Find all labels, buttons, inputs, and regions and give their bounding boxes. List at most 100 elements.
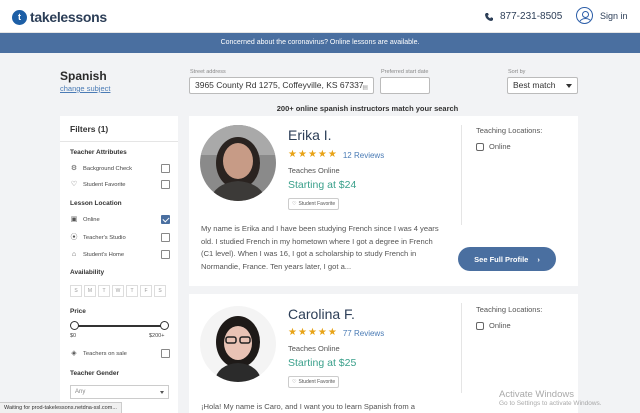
students-home-checkbox[interactable]: [161, 250, 170, 259]
teacher-photo-icon: [200, 125, 276, 201]
day-sunday[interactable]: S: [70, 285, 82, 297]
online-icon: [476, 142, 484, 151]
filter-students-home[interactable]: ⌂ Student's Home: [70, 249, 170, 260]
filter-teachers-on-sale[interactable]: ◈ Teachers on sale: [70, 348, 170, 359]
online-checkbox[interactable]: [161, 215, 170, 224]
takelessons-logo[interactable]: t takelessons: [12, 9, 107, 25]
start-date-input[interactable]: [380, 77, 430, 94]
teachers-on-sale-label: Teachers on sale: [83, 350, 127, 357]
day-friday[interactable]: F: [140, 285, 152, 297]
signin-link[interactable]: Sign in: [576, 7, 628, 24]
signin-label: Sign in: [600, 10, 628, 21]
subject-title: Spanish: [60, 69, 107, 83]
teachers-studio-label: Teacher's Studio: [83, 234, 126, 241]
phone-link[interactable]: 877-231-8505: [484, 11, 562, 22]
teacher-name[interactable]: Erika I.: [288, 127, 332, 143]
review-count[interactable]: 77 Reviews: [343, 329, 384, 338]
day-thursday[interactable]: T: [126, 285, 138, 297]
day-monday[interactable]: M: [84, 285, 96, 297]
teacher-name[interactable]: Carolina F.: [288, 306, 355, 322]
match-count: 200+ online spanish instructors match yo…: [276, 104, 459, 113]
online-icon: [476, 321, 484, 330]
filter-student-favorite[interactable]: ♡ Student Favorite: [70, 179, 170, 190]
day-wednesday[interactable]: W: [112, 285, 124, 297]
coronavirus-banner[interactable]: Concerned about the coronavirus? Online …: [0, 33, 640, 53]
location-online-label: Online: [489, 142, 511, 151]
teacher-gender-title: Teacher Gender: [70, 370, 120, 377]
star-icon: ★: [317, 149, 327, 160]
badge-label: Student Favorite: [298, 379, 336, 385]
star-icon: ★: [297, 327, 307, 338]
locations-divider: [461, 303, 462, 393]
filter-background-check[interactable]: ⚙ Background Check: [70, 163, 170, 174]
star-icon: ★: [327, 327, 337, 338]
sort-select[interactable]: Best match: [507, 77, 578, 94]
badge-label: Student Favorite: [298, 201, 336, 207]
filter-online[interactable]: ▣ Online: [70, 214, 170, 225]
address-value: 3965 County Rd 1275, Coffeyville, KS 673…: [195, 80, 364, 90]
availability-days: S M T W T F S: [70, 285, 166, 297]
teacher-gender-select[interactable]: Any: [70, 385, 169, 399]
see-full-profile-button[interactable]: See Full Profile ›: [458, 247, 556, 271]
price-max-handle[interactable]: [160, 321, 169, 330]
teacher-avatar[interactable]: [200, 125, 276, 201]
address-field-icon: ▤: [362, 85, 368, 91]
activate-windows-watermark: Activate Windows Go to Settings to activ…: [499, 389, 602, 407]
sort-label: Sort by: [508, 69, 526, 75]
star-icon: ★: [297, 149, 307, 160]
location-online-label: Online: [489, 321, 511, 330]
starting-price: Starting at $24: [288, 179, 357, 191]
price-title: Price: [70, 308, 86, 315]
star-icon: ★: [288, 327, 297, 338]
change-subject-link[interactable]: change subject: [60, 84, 110, 93]
filters-divider: [60, 141, 178, 142]
price-max-label: $200+: [149, 333, 165, 339]
teachers-on-sale-checkbox[interactable]: [161, 349, 170, 358]
logo-mark-icon: t: [12, 9, 27, 25]
student-favorite-badge: ♡ Student Favorite: [288, 376, 340, 388]
day-tuesday[interactable]: T: [98, 285, 110, 297]
home-icon: ⌂: [71, 250, 77, 258]
watermark-subtitle: Go to Settings to activate Windows.: [499, 400, 602, 407]
address-label: Street address: [190, 69, 226, 75]
teacher-gender-value: Any: [75, 389, 86, 395]
teaches-mode: Teaches Online: [288, 166, 340, 175]
price-min-label: $0: [70, 333, 77, 339]
chevron-down-icon: [566, 84, 572, 88]
location-online: Online: [476, 142, 511, 151]
star-icon: ★: [288, 149, 297, 160]
background-check-checkbox[interactable]: [161, 164, 170, 173]
online-label: Online: [83, 216, 100, 223]
chevron-right-icon: ›: [537, 254, 540, 264]
review-count[interactable]: 12 Reviews: [343, 151, 384, 160]
user-icon: [576, 7, 593, 24]
star-icon: ★: [307, 149, 317, 160]
student-favorite-checkbox[interactable]: [161, 180, 170, 189]
location-online: Online: [476, 321, 511, 330]
address-input[interactable]: 3965 County Rd 1275, Coffeyville, KS 673…: [189, 77, 374, 94]
teacher-attributes-title: Teacher Attributes: [70, 149, 127, 156]
filters-title: Filters (1): [70, 124, 109, 134]
sort-value: Best match: [513, 80, 556, 90]
see-full-profile-label: See Full Profile: [474, 254, 529, 264]
day-saturday[interactable]: S: [154, 285, 166, 297]
student-favorite-label: Student Favorite: [83, 181, 126, 188]
teacher-photo-icon: [200, 306, 276, 382]
star-icon: ★: [307, 327, 317, 338]
teacher-card[interactable]: Erika I. ★ ★ ★ ★ ★ 12 Reviews Teaches On…: [189, 116, 578, 286]
teaches-mode: Teaches Online: [288, 344, 340, 353]
tag-icon: ◈: [71, 349, 77, 357]
teacher-avatar[interactable]: [200, 306, 276, 382]
price-min-handle[interactable]: [70, 321, 79, 330]
teaching-locations-title: Teaching Locations:: [476, 126, 543, 135]
map-pin-icon: ⦿: [70, 233, 78, 241]
price-slider-track[interactable]: [74, 325, 166, 327]
teacher-rating: ★ ★ ★ ★ ★ 12 Reviews: [288, 150, 384, 160]
logo-text: takelessons: [30, 9, 107, 25]
subject-block: Spanish change subject: [60, 69, 110, 93]
teachers-studio-checkbox[interactable]: [161, 233, 170, 242]
students-home-label: Student's Home: [83, 251, 125, 258]
heart-icon: ♡: [70, 180, 78, 188]
filter-teachers-studio[interactable]: ⦿ Teacher's Studio: [70, 232, 170, 243]
site-header: t takelessons 877-231-8505 Sign in: [0, 0, 640, 33]
